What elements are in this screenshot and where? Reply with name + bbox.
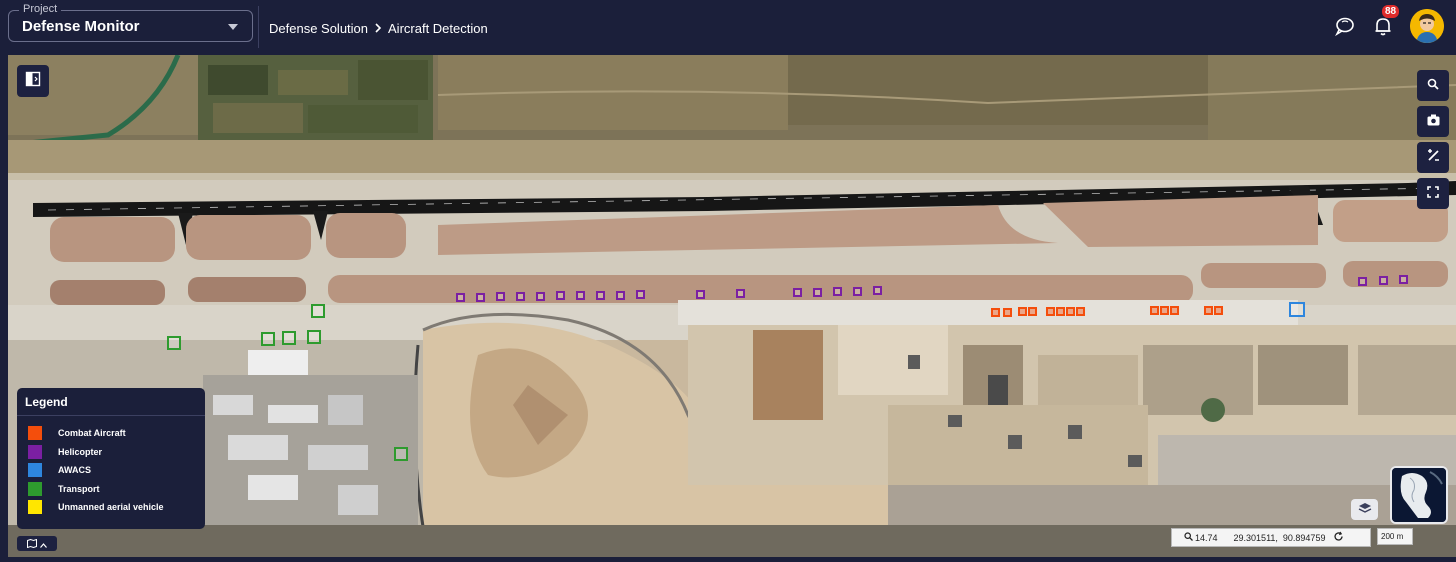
legend-swatch [28,426,42,440]
combat-aircraft-marker[interactable] [1076,307,1085,316]
panel-toggle-button[interactable] [17,65,49,97]
legend-title: Legend [25,395,68,409]
zoom-level: 14.74 [1184,532,1218,543]
breadcrumb-item-aircraft-detection[interactable]: Aircraft Detection [388,21,488,36]
chevron-right-icon [374,20,382,36]
transport-marker[interactable] [311,304,325,318]
helicopter-marker[interactable] [596,291,605,300]
helicopter-marker[interactable] [636,290,645,299]
avatar[interactable] [1410,9,1444,43]
legend-label: Helicopter [58,447,103,457]
map-icon [27,535,37,553]
top-bar: Project Defense Monitor Defense Solution… [0,0,1456,55]
zoom-value: 14.74 [1195,532,1218,543]
legend-swatch [28,482,42,496]
combat-aircraft-marker[interactable] [1170,306,1179,315]
legend-divider [17,415,205,416]
helicopter-marker[interactable] [833,287,842,296]
helicopter-marker[interactable] [1399,275,1408,284]
helicopter-marker[interactable] [873,286,882,295]
chat-icon[interactable] [1334,15,1356,37]
legend-item-combat-aircraft: Combat Aircraft [28,426,126,440]
screenshot-button[interactable] [1417,106,1449,137]
breadcrumb: Defense Solution Aircraft Detection [269,20,488,36]
transport-marker[interactable] [394,447,408,461]
helicopter-marker[interactable] [793,288,802,297]
helicopter-marker[interactable] [696,290,705,299]
combat-aircraft-marker[interactable] [1028,307,1037,316]
scale-bar: 200 m [1377,528,1413,545]
legend-item-uav: Unmanned aerial vehicle [28,500,164,514]
layer-toggle-button[interactable] [17,536,57,551]
legend-item-helicopter: Helicopter [28,445,102,459]
helicopter-marker[interactable] [496,292,505,301]
helicopter-marker[interactable] [736,289,745,298]
transport-marker[interactable] [307,330,321,344]
combat-aircraft-marker[interactable] [1018,307,1027,316]
helicopter-marker[interactable] [616,291,625,300]
transport-marker[interactable] [261,332,275,346]
search-icon [1427,77,1439,95]
basemap-button[interactable] [1351,499,1378,520]
map-view[interactable]: Legend Combat Aircraft Helicopter AWACS … [8,55,1456,557]
legend-label: Transport [58,484,100,494]
helicopter-marker[interactable] [516,292,525,301]
helicopter-marker[interactable] [476,293,485,302]
measure-button[interactable] [1417,142,1449,173]
legend-panel: Legend Combat Aircraft Helicopter AWACS … [17,388,205,529]
transport-marker[interactable] [282,331,296,345]
bell-icon[interactable] [1372,15,1394,37]
combat-aircraft-marker[interactable] [1150,306,1159,315]
chevron-up-icon [40,535,47,553]
divider [258,6,259,48]
helicopter-marker[interactable] [853,287,862,296]
search-button[interactable] [1417,70,1449,101]
measure-icon [1427,148,1440,167]
coordinate-readout: 14.74 29.301511, 90.894759 [1171,528,1371,547]
helicopter-marker[interactable] [456,293,465,302]
helicopter-marker[interactable] [536,292,545,301]
panel-toggle-icon [25,71,41,92]
chevron-down-icon [228,24,238,30]
legend-swatch [28,463,42,477]
overview-minimap[interactable] [1390,466,1448,524]
legend-swatch [28,445,42,459]
camera-icon [1427,113,1440,131]
helicopter-marker[interactable] [813,288,822,297]
combat-aircraft-marker[interactable] [1204,306,1213,315]
combat-aircraft-marker[interactable] [1046,307,1055,316]
coordinates: 29.301511, 90.894759 [1233,532,1326,543]
combat-aircraft-marker[interactable] [1003,308,1012,317]
helicopter-marker[interactable] [1358,277,1367,286]
project-select[interactable]: Project Defense Monitor [8,3,253,42]
refresh-icon[interactable] [1333,531,1344,544]
combat-aircraft-marker[interactable] [1160,306,1169,315]
notification-badge: 88 [1382,5,1400,18]
combat-aircraft-marker[interactable] [1066,307,1075,316]
combat-aircraft-marker[interactable] [1056,307,1065,316]
helicopter-marker[interactable] [576,291,585,300]
legend-label: AWACS [58,465,92,475]
legend-label: Combat Aircraft [58,428,126,438]
search-icon [1184,532,1193,543]
project-value: Defense Monitor [22,18,140,35]
breadcrumb-item-defense-solution[interactable]: Defense Solution [269,21,368,36]
satellite-imagery [8,55,1456,557]
transport-marker[interactable] [167,336,181,350]
helicopter-marker[interactable] [556,291,565,300]
project-caption: Project [19,3,62,15]
layers-icon [1358,501,1372,519]
helicopter-marker[interactable] [1379,276,1388,285]
fullscreen-icon [1427,185,1439,203]
combat-aircraft-marker[interactable] [1214,306,1223,315]
legend-item-awacs: AWACS [28,463,91,477]
combat-aircraft-marker[interactable] [991,308,1000,317]
legend-swatch [28,500,42,514]
legend-item-transport: Transport [28,482,100,496]
legend-label: Unmanned aerial vehicle [58,502,164,512]
fullscreen-button[interactable] [1417,178,1449,209]
awacs-marker[interactable] [1289,302,1305,317]
